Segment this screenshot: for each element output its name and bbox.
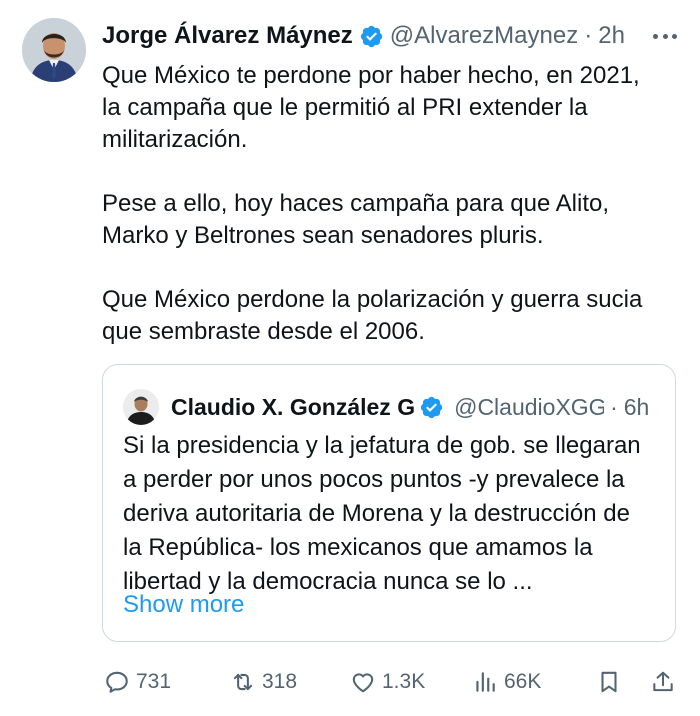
tweet-line: Pese a ello, hoy haces campaña para que …: [102, 190, 609, 217]
quoted-author-handle[interactable]: @ClaudioXGG: [454, 394, 604, 421]
views-icon: [476, 672, 495, 692]
share-icon: [653, 671, 673, 692]
views-button[interactable]: 66K: [472, 664, 541, 700]
repost-count: 318: [262, 670, 298, 693]
show-more-link[interactable]: Show more: [123, 591, 244, 619]
quoted-tweet-time[interactable]: 6h: [624, 394, 650, 421]
tweet-text: Que México te perdone por haber hecho, e…: [102, 60, 682, 348]
separator-dot: ·: [584, 22, 593, 49]
bookmark-icon: [601, 671, 617, 693]
tweet-actions: 731 318 1.3K 66K: [102, 664, 682, 700]
quoted-author-name[interactable]: Claudio X. González G: [171, 394, 415, 421]
views-count: 66K: [504, 670, 542, 693]
tweet-header: Jorge Álvarez Máynez @AlvarezMaynez · 2h: [102, 18, 680, 54]
like-button[interactable]: 1.3K: [350, 664, 425, 700]
quoted-line: la República- los mexicanos que amamos l…: [123, 534, 593, 561]
quoted-line: a perder por unos pocos puntos -y preval…: [123, 466, 625, 493]
repost-button[interactable]: 318: [230, 664, 297, 700]
author-avatar[interactable]: [22, 18, 86, 82]
author-name[interactable]: Jorge Álvarez Máynez: [102, 22, 353, 50]
share-button[interactable]: [650, 664, 676, 700]
like-count: 1.3K: [382, 670, 426, 693]
tweet-line: la campaña que le permitió al PRI extend…: [102, 94, 588, 121]
tweet-paragraph: Que México te perdone por haber hecho, e…: [102, 60, 682, 156]
verified-badge-icon: [420, 396, 443, 418]
quoted-line: Si la presidencia y la jefatura de gob. …: [123, 432, 641, 459]
tweet-paragraph: Que México perdone la polarización y gue…: [102, 284, 682, 348]
quoted-author-avatar[interactable]: [123, 389, 159, 425]
quoted-line: deriva autoritaria de Morena y la destru…: [123, 500, 630, 527]
quoted-tweet-text: Si la presidencia y la jefatura de gob. …: [123, 429, 663, 599]
reply-icon: [106, 671, 128, 693]
reply-count: 731: [136, 670, 172, 693]
tweet-line: Que México te perdone por haber hecho, e…: [102, 62, 640, 89]
tweet-line: Marko y Beltrones sean senadores pluris.: [102, 222, 544, 249]
tweet-line: que sembraste desde el 2006.: [102, 318, 425, 345]
bookmark-button[interactable]: [596, 664, 622, 700]
retweet-icon: [233, 673, 253, 691]
tweet-time[interactable]: 2h: [598, 22, 625, 50]
tweet-line: militarización.: [102, 126, 248, 153]
separator-dot: ·: [610, 393, 618, 420]
more-options-icon[interactable]: [650, 22, 680, 50]
tweet-card[interactable]: Jorge Álvarez Máynez @AlvarezMaynez · 2h…: [0, 0, 700, 716]
tweet-line: Que México perdone la polarización y gue…: [102, 286, 643, 313]
like-icon: [352, 673, 374, 693]
quoted-tweet[interactable]: Claudio X. González G @ClaudioXGG · 6h S…: [102, 364, 676, 642]
verified-badge-icon: [360, 25, 382, 47]
quoted-tweet-header: Claudio X. González G @ClaudioXGG · 6h: [123, 389, 657, 425]
author-handle[interactable]: @AlvarezMaynez: [390, 22, 578, 50]
tweet-paragraph: Pese a ello, hoy haces campaña para que …: [102, 188, 682, 252]
reply-button[interactable]: 731: [104, 664, 171, 700]
